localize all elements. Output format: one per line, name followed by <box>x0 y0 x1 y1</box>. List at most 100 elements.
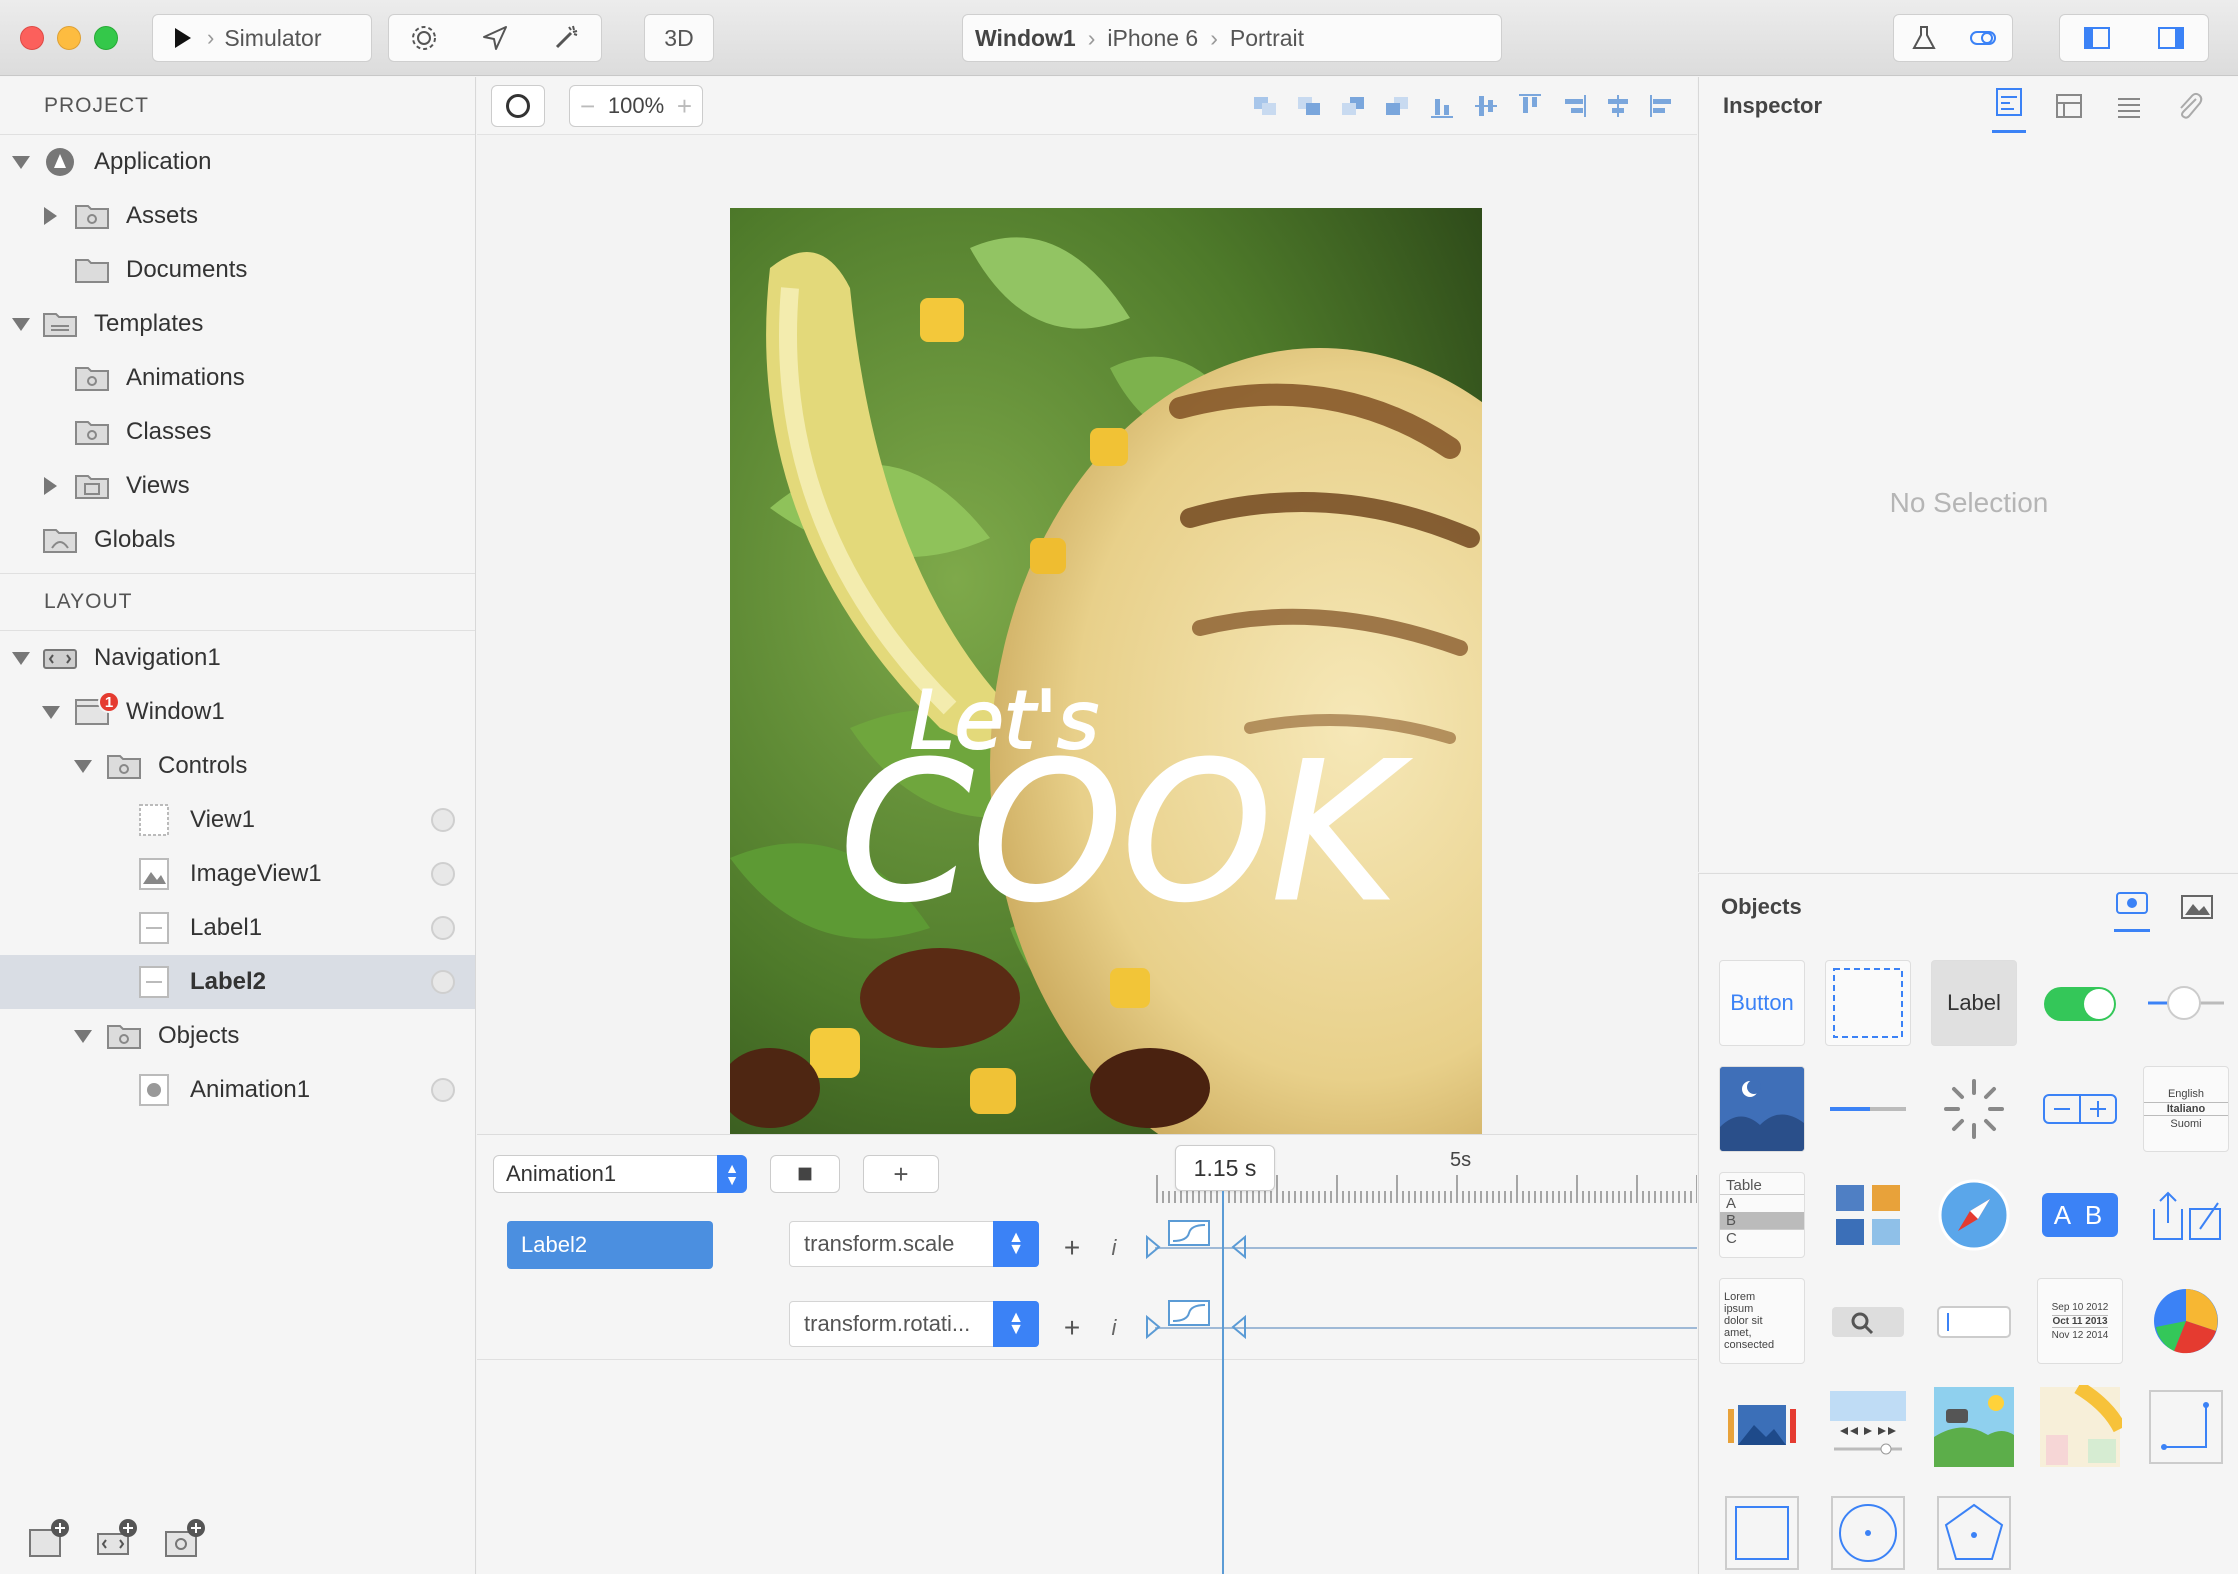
tree-item-templates[interactable]: Templates <box>0 297 475 351</box>
object-datepicker[interactable]: Sep 10 2012 Oct 11 2013 Nov 12 2014 <box>2027 1268 2133 1374</box>
object-searchbar[interactable] <box>1815 1268 1921 1374</box>
tree-item-animations[interactable]: Animations <box>0 351 475 405</box>
object-picker[interactable]: English Italiano Suomi <box>2133 1056 2238 1162</box>
align-center-horizontal-icon[interactable] <box>1603 91 1633 121</box>
tree-item-navigation1[interactable]: Navigation1 <box>0 631 475 685</box>
send-backward-icon[interactable] <box>1339 91 1369 121</box>
object-stepper[interactable] <box>2027 1056 2133 1162</box>
object-button[interactable]: Button <box>1709 950 1815 1056</box>
breadcrumb-device[interactable]: iPhone 6 <box>1107 25 1198 52</box>
visibility-dot[interactable] <box>431 970 455 994</box>
tab-attributes[interactable] <box>1992 85 2026 133</box>
visibility-dot[interactable] <box>431 916 455 940</box>
tree-item-views[interactable]: Views <box>0 459 475 513</box>
zoom-in-button[interactable]: + <box>677 91 692 122</box>
bring-forward-icon[interactable] <box>1251 91 1281 121</box>
object-view[interactable] <box>1815 950 1921 1056</box>
object-label[interactable]: Label <box>1921 950 2027 1056</box>
object-collectionview[interactable] <box>1815 1162 1921 1268</box>
right-panel-icon[interactable] <box>2156 23 2186 53</box>
disclosure-down-icon[interactable] <box>12 317 30 331</box>
preview-mode-button[interactable] <box>491 85 545 127</box>
object-rectangle[interactable] <box>1709 1480 1815 1574</box>
object-switch[interactable] <box>2027 950 2133 1056</box>
keyframe-marker-icon[interactable] <box>1207 1233 1247 1261</box>
track-property-select[interactable]: transform.rotati... ▲ ▼ <box>789 1301 1039 1347</box>
send-icon[interactable] <box>480 23 510 53</box>
object-textfield[interactable] <box>1921 1268 2027 1374</box>
object-tableview[interactable]: Table A B C <box>1709 1162 1815 1268</box>
object-slider[interactable] <box>2133 950 2238 1056</box>
align-bottom-icon[interactable] <box>1427 91 1457 121</box>
add-window-icon[interactable] <box>26 1516 72 1562</box>
tree-item-animation1[interactable]: Animation1 <box>0 1063 475 1117</box>
disclosure-down-icon[interactable] <box>12 651 30 665</box>
tree-item-globals[interactable]: Globals <box>0 513 475 567</box>
tree-item-label2[interactable]: Label2 <box>0 955 475 1009</box>
zoom-window-button[interactable] <box>94 26 118 50</box>
flask-icon[interactable] <box>1909 23 1939 53</box>
tree-item-window1[interactable]: 1 Window1 <box>0 685 475 739</box>
disclosure-right-icon[interactable] <box>44 477 57 495</box>
object-activity-indicator[interactable] <box>1921 1056 2027 1162</box>
tree-item-classes[interactable]: Classes <box>0 405 475 459</box>
object-image-gallery[interactable] <box>1709 1374 1815 1480</box>
object-ellipse[interactable] <box>1815 1480 1921 1574</box>
disclosure-down-icon[interactable] <box>74 1029 92 1043</box>
object-scene[interactable] <box>1921 1374 2027 1480</box>
tree-item-documents[interactable]: Documents <box>0 243 475 297</box>
object-chart[interactable] <box>2133 1268 2238 1374</box>
tree-item-assets[interactable]: Assets <box>0 189 475 243</box>
tree-item-label1[interactable]: Label1 <box>0 901 475 955</box>
close-window-button[interactable] <box>20 26 44 50</box>
object-segmented-control[interactable]: A B <box>2027 1162 2133 1268</box>
easing-curve-icon[interactable] <box>1167 1219 1211 1247</box>
zoom-out-button[interactable]: − <box>580 91 595 122</box>
tree-item-objects[interactable]: Objects <box>0 1009 475 1063</box>
object-share-compose[interactable] <box>2133 1162 2238 1268</box>
align-center-vertical-icon[interactable] <box>1471 91 1501 121</box>
add-animation-button[interactable]: + <box>863 1155 939 1193</box>
record-stop-button[interactable] <box>770 1155 840 1193</box>
object-constraint[interactable] <box>2133 1374 2238 1480</box>
add-keyframe-button[interactable]: + <box>1055 1311 1089 1345</box>
align-top-icon[interactable] <box>1515 91 1545 121</box>
tab-controls[interactable] <box>2113 888 2150 932</box>
playhead[interactable] <box>1222 1191 1224 1574</box>
object-polygon[interactable] <box>1921 1480 2027 1574</box>
device-screen-preview[interactable]: Let's COOK <box>730 208 1482 1136</box>
object-media-player[interactable] <box>1815 1374 1921 1480</box>
add-object-icon[interactable] <box>162 1516 208 1562</box>
tree-item-imageview1[interactable]: ImageView1 <box>0 847 475 901</box>
object-textview[interactable]: Lorem ipsum dolor sit amet, consected <box>1709 1268 1815 1374</box>
align-left-icon[interactable] <box>1647 91 1677 121</box>
tab-attachments[interactable] <box>2172 89 2206 130</box>
gear-icon[interactable] <box>409 23 439 53</box>
design-canvas[interactable]: Let's COOK <box>477 136 1697 1136</box>
disclosure-right-icon[interactable] <box>44 207 57 225</box>
track-info-button[interactable]: i <box>1099 1311 1129 1345</box>
run-target-selector[interactable]: › Simulator <box>152 14 372 62</box>
breadcrumb-orientation[interactable]: Portrait <box>1230 25 1304 52</box>
animated-layer-chip[interactable]: Label2 <box>507 1221 713 1269</box>
left-panel-icon[interactable] <box>2082 23 2112 53</box>
tab-media[interactable] <box>2179 892 2215 929</box>
tab-size[interactable] <box>2052 89 2086 130</box>
track-info-button[interactable]: i <box>1099 1231 1129 1265</box>
add-navigation-icon[interactable] <box>94 1516 140 1562</box>
tab-layers[interactable] <box>2112 89 2146 130</box>
easing-curve-icon[interactable] <box>1167 1299 1211 1327</box>
tree-item-controls[interactable]: Controls <box>0 739 475 793</box>
toggle-icon[interactable] <box>1968 23 1998 53</box>
bring-to-front-icon[interactable] <box>1295 91 1325 121</box>
object-mapview[interactable] <box>2027 1374 2133 1480</box>
visibility-dot[interactable] <box>431 1078 455 1102</box>
keyframe-marker-icon[interactable] <box>1207 1313 1247 1341</box>
tree-item-application[interactable]: Application <box>0 135 475 189</box>
tree-item-view1[interactable]: View1 <box>0 793 475 847</box>
object-progress[interactable] <box>1815 1056 1921 1162</box>
visibility-dot[interactable] <box>431 808 455 832</box>
disclosure-down-icon[interactable] <box>12 155 30 169</box>
disclosure-down-icon[interactable] <box>42 705 60 719</box>
disclosure-down-icon[interactable] <box>74 759 92 773</box>
